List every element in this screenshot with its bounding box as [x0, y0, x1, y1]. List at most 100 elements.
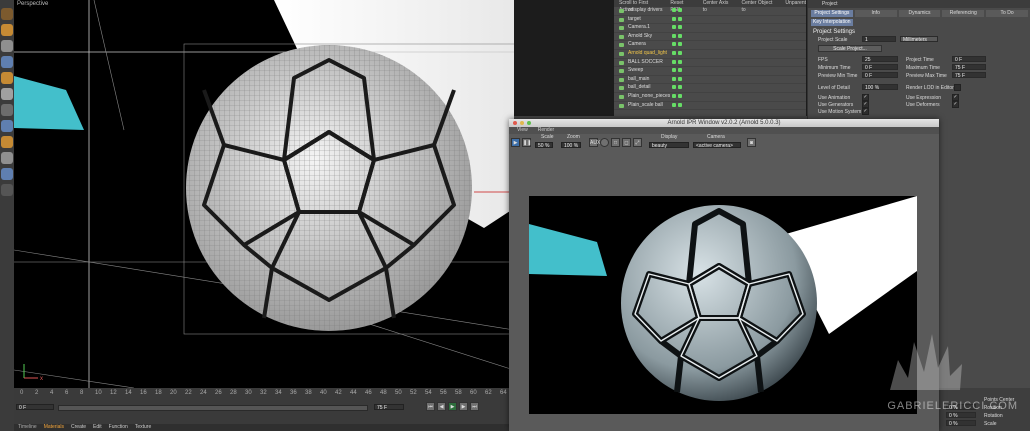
visibility-flags-icon[interactable]: [672, 8, 682, 12]
scale-tool-icon[interactable]: [1, 40, 13, 52]
visibility-flags-icon[interactable]: [672, 76, 682, 81]
object-row[interactable]: Sweep: [614, 67, 806, 76]
aux-button[interactable]: AUX: [589, 138, 600, 147]
tab-key-interpolation[interactable]: Key Interpolation: [811, 19, 853, 26]
snapshot-camera-icon[interactable]: ◙: [747, 138, 756, 147]
live-selection-tool-icon[interactable]: [1, 8, 13, 20]
prev-key-icon[interactable]: ◀: [437, 402, 446, 411]
tab-todo[interactable]: To Do: [986, 10, 1028, 17]
fps-field[interactable]: 25: [862, 56, 898, 63]
snap-tool-icon[interactable]: [1, 168, 13, 180]
ipr-menu-view[interactable]: View: [517, 127, 528, 134]
object-tool-icon[interactable]: [1, 72, 13, 84]
lod-field[interactable]: 100 %: [862, 84, 898, 91]
use-expression-checkbox[interactable]: ✓: [952, 94, 959, 101]
object-row[interactable]: cdisplay drivers: [614, 7, 806, 16]
tab-dynamics[interactable]: Dynamics: [898, 10, 941, 17]
first-frame-icon[interactable]: ⏮: [426, 402, 435, 411]
timeline-scrubber[interactable]: [58, 405, 368, 411]
max-time-field[interactable]: 75 F: [952, 64, 986, 71]
fit-icon[interactable]: ⤢: [633, 138, 642, 147]
visibility-flags-icon[interactable]: [672, 42, 682, 47]
points-tool-icon[interactable]: [1, 88, 13, 100]
use-deformers-checkbox[interactable]: ✓: [952, 101, 959, 108]
visibility-flags-icon[interactable]: [672, 59, 682, 64]
project-time-field[interactable]: 0 F: [952, 56, 986, 63]
coord-field-2[interactable]: 0 %: [946, 412, 976, 419]
project-scale-unit-select[interactable]: Millimeters: [900, 36, 938, 43]
object-row[interactable]: Plain_none_pieces: [614, 93, 806, 102]
visibility-flags-icon[interactable]: [672, 25, 682, 30]
tab-referencing[interactable]: Referencing: [942, 10, 985, 17]
ipr-start-icon[interactable]: ▶: [511, 138, 520, 147]
zoom-select[interactable]: 100 %: [561, 142, 581, 149]
crop-icon[interactable]: ◻: [622, 138, 631, 147]
visibility-flags-icon[interactable]: [672, 68, 682, 73]
perspective-viewport[interactable]: x Perspective: [14, 0, 514, 388]
menu-texture[interactable]: Texture: [135, 424, 151, 431]
start-frame-field[interactable]: 0 F: [16, 404, 54, 411]
coord-field-3[interactable]: 0 %: [946, 420, 976, 427]
tab-info[interactable]: Info: [854, 10, 897, 17]
move-tool-icon[interactable]: [1, 24, 13, 36]
region-icon[interactable]: □: [611, 138, 620, 147]
use-animation-checkbox[interactable]: ✓: [862, 94, 869, 101]
object-row[interactable]: Arnold quad_light: [614, 50, 806, 59]
menu-edit[interactable]: Edit: [93, 424, 102, 431]
ipr-title-bar[interactable]: Arnold IPR Window v2.0.2 (Arnold 5.0.0.3…: [509, 119, 939, 127]
visibility-flags-icon[interactable]: [672, 93, 682, 98]
tab-project-settings[interactable]: Project Settings: [811, 10, 853, 17]
ipr-render-view[interactable]: [529, 196, 917, 414]
object-row[interactable]: Camera.1: [614, 24, 806, 33]
next-key-icon[interactable]: ▶: [459, 402, 468, 411]
visibility-flags-icon[interactable]: [672, 50, 682, 55]
scroll-first-active-button[interactable]: Scroll to First Active: [619, 0, 662, 13]
visibility-flags-icon[interactable]: [672, 33, 682, 38]
rotate-tool-icon[interactable]: [1, 56, 13, 68]
texture-tool-icon[interactable]: [1, 136, 13, 148]
close-window-icon[interactable]: [513, 121, 517, 125]
zoom-window-icon[interactable]: [527, 121, 531, 125]
min-time-field[interactable]: 0 F: [862, 64, 898, 71]
object-row[interactable]: ball_detail: [614, 84, 806, 93]
use-motion-checkbox[interactable]: ✓: [862, 108, 869, 115]
end-frame-field[interactable]: 75 F: [374, 404, 404, 411]
visibility-flags-icon[interactable]: [672, 85, 682, 90]
object-row[interactable]: ball_main: [614, 76, 806, 85]
scale-project-button[interactable]: Scale Project...: [818, 45, 882, 52]
timeline-ruler[interactable]: 0 2 4 6 8 10 12 14 16 18 20 22 24 26 28 30 32 34 36 38 40 42 4…: [14, 388, 514, 398]
scale-select[interactable]: 50 %: [535, 142, 553, 149]
visibility-flags-icon[interactable]: [672, 102, 682, 107]
materials-tab[interactable]: Materials: [44, 424, 64, 431]
color-circle-icon[interactable]: [600, 138, 609, 147]
object-row[interactable]: Arnold Sky: [614, 33, 806, 42]
center-axis-button[interactable]: Center Axis to: [703, 0, 734, 13]
unparent-button[interactable]: Unparent: [785, 0, 806, 7]
lock-tool-icon[interactable]: [1, 184, 13, 196]
object-row[interactable]: Plain_scale ball: [614, 102, 806, 111]
object-row[interactable]: target: [614, 16, 806, 25]
preview-min-field[interactable]: 0 F: [862, 72, 898, 79]
edges-tool-icon[interactable]: [1, 104, 13, 116]
use-generators-checkbox[interactable]: ✓: [862, 101, 869, 108]
menu-function[interactable]: Function: [109, 424, 128, 431]
project-scale-field[interactable]: 1: [862, 36, 896, 43]
play-icon[interactable]: ▶: [448, 402, 457, 411]
display-select[interactable]: beauty: [649, 142, 689, 149]
render-lod-checkbox[interactable]: [954, 84, 961, 91]
center-object-button[interactable]: Center Object to: [741, 0, 777, 13]
preview-max-field[interactable]: 75 F: [952, 72, 986, 79]
ipr-pause-icon[interactable]: ❚❚: [522, 138, 531, 147]
object-row[interactable]: BALL SOCCER: [614, 59, 806, 68]
object-row[interactable]: Camera: [614, 41, 806, 50]
ipr-menu-render[interactable]: Render: [538, 127, 554, 134]
menu-create[interactable]: Create: [71, 424, 86, 431]
workplane-tool-icon[interactable]: [1, 152, 13, 164]
last-frame-icon[interactable]: ⏭: [470, 402, 479, 411]
polygons-tool-icon[interactable]: [1, 120, 13, 132]
visibility-flags-icon[interactable]: [672, 16, 682, 21]
minimize-window-icon[interactable]: [520, 121, 524, 125]
timeline-tab[interactable]: Timeline: [18, 424, 37, 431]
reset-psr-button[interactable]: Reset PSR: [670, 0, 694, 13]
camera-select[interactable]: <active camera>: [693, 142, 741, 149]
